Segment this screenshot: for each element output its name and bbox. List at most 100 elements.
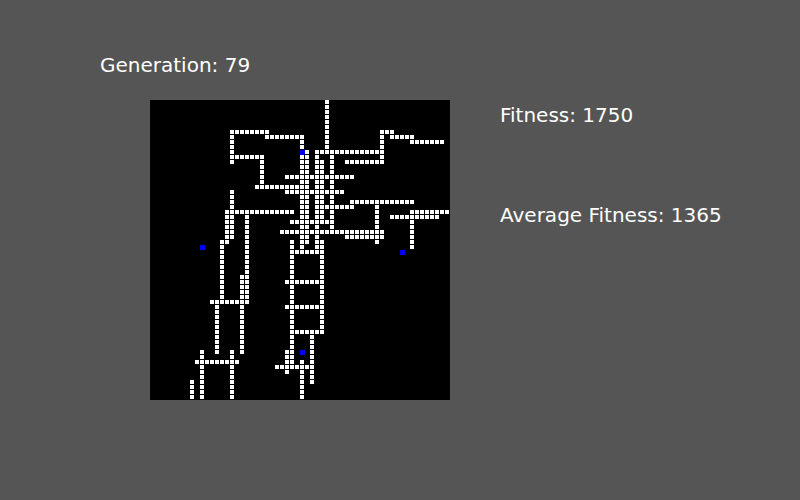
path-cell <box>430 215 434 219</box>
path-cell <box>315 240 319 244</box>
path-cell <box>310 230 314 234</box>
path-cell <box>315 305 319 309</box>
path-cell <box>275 135 279 139</box>
path-cell <box>395 135 399 139</box>
path-cell <box>295 305 299 309</box>
path-cell <box>270 135 274 139</box>
path-cell <box>215 335 219 339</box>
path-cell <box>320 200 324 204</box>
path-cell <box>350 200 354 204</box>
fitness-label: Fitness: 1750 <box>500 102 722 128</box>
path-cell <box>245 270 249 274</box>
path-cell <box>310 375 314 379</box>
path-cell <box>335 175 339 179</box>
path-cell <box>380 140 384 144</box>
path-cell <box>230 155 234 159</box>
path-cell <box>280 230 284 234</box>
path-cell <box>290 280 294 284</box>
path-cell <box>290 260 294 264</box>
path-cell <box>360 235 364 239</box>
path-cell <box>290 340 294 344</box>
path-cell <box>240 335 244 339</box>
generation-label: Generation: 79 <box>100 52 450 78</box>
path-cell <box>360 150 364 154</box>
path-cell <box>290 185 294 189</box>
path-cell <box>335 190 339 194</box>
path-cell <box>415 140 419 144</box>
path-cell <box>260 170 264 174</box>
path-cell <box>315 160 319 164</box>
path-cell <box>350 150 354 154</box>
path-cell <box>345 160 349 164</box>
path-cell <box>320 320 324 324</box>
path-cell <box>315 215 319 219</box>
path-cell <box>290 230 294 234</box>
path-cell <box>200 350 204 354</box>
path-cell <box>290 190 294 194</box>
path-cell <box>330 200 334 204</box>
path-cell <box>285 280 289 284</box>
path-cell <box>300 155 304 159</box>
path-cell <box>285 230 289 234</box>
path-cell <box>240 350 244 354</box>
path-cell <box>300 370 304 374</box>
path-cell <box>240 305 244 309</box>
path-cell <box>220 360 224 364</box>
path-cell <box>430 210 434 214</box>
path-cell <box>230 370 234 374</box>
path-cell <box>290 320 294 324</box>
path-cell <box>240 280 244 284</box>
path-cell <box>230 205 234 209</box>
path-cell <box>350 175 354 179</box>
path-cell <box>315 210 319 214</box>
path-cell <box>290 295 294 299</box>
path-cell <box>325 140 329 144</box>
path-cell <box>230 190 234 194</box>
path-cell <box>320 285 324 289</box>
path-cell <box>355 160 359 164</box>
path-cell <box>330 170 334 174</box>
path-cell <box>385 200 389 204</box>
path-cell <box>290 310 294 314</box>
path-cell <box>255 185 259 189</box>
path-cell <box>315 165 319 169</box>
path-cell <box>330 230 334 234</box>
path-cell <box>300 220 304 224</box>
path-cell <box>220 240 224 244</box>
path-cell <box>320 210 324 214</box>
path-cell <box>300 175 304 179</box>
path-cell <box>305 190 309 194</box>
path-cell <box>235 300 239 304</box>
path-cell <box>220 275 224 279</box>
path-cell <box>225 240 229 244</box>
path-cell <box>305 230 309 234</box>
path-cell <box>310 175 314 179</box>
path-cell <box>210 300 214 304</box>
path-cell <box>330 160 334 164</box>
path-cell <box>245 240 249 244</box>
path-cell <box>350 235 354 239</box>
path-cell <box>200 390 204 394</box>
path-cell <box>285 210 289 214</box>
path-cell <box>260 175 264 179</box>
path-cell <box>230 210 234 214</box>
path-cell <box>280 185 284 189</box>
path-cell <box>260 185 264 189</box>
path-cell <box>305 175 309 179</box>
path-cell <box>200 360 204 364</box>
path-cell <box>320 260 324 264</box>
path-cell <box>315 280 319 284</box>
path-cell <box>205 360 209 364</box>
path-cell <box>315 330 319 334</box>
path-cell <box>240 285 244 289</box>
path-cell <box>435 140 439 144</box>
path-cell <box>290 270 294 274</box>
path-cell <box>220 250 224 254</box>
path-cell <box>365 160 369 164</box>
path-cell <box>325 220 329 224</box>
path-cell <box>375 205 379 209</box>
path-cell <box>245 265 249 269</box>
path-cell <box>440 210 444 214</box>
path-cell <box>360 200 364 204</box>
path-cell <box>220 255 224 259</box>
